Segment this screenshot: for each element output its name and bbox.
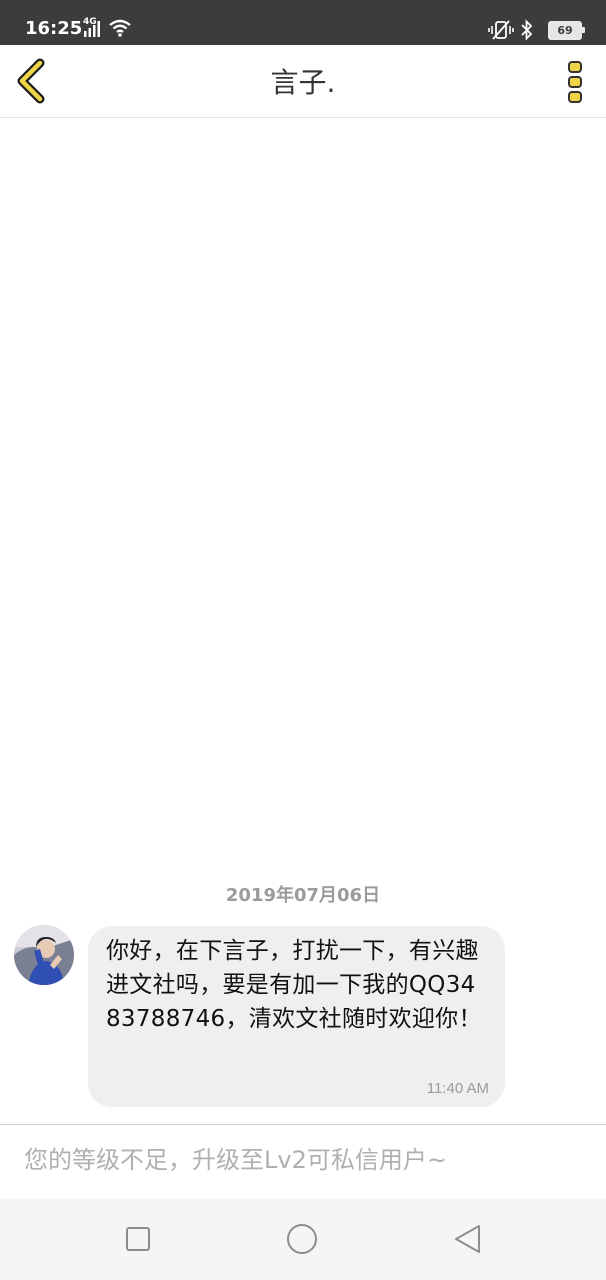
input-placeholder: 您的等级不足，升级至Lv2可私信用户~ (24, 1146, 447, 1174)
page-title: 言子. (270, 66, 336, 99)
vibrate-icon (488, 20, 514, 40)
message-input[interactable]: 您的等级不足，升级至Lv2可私信用户~ (0, 1124, 606, 1200)
wifi-icon (109, 19, 131, 37)
status-time: 16:25 (25, 18, 83, 39)
message-bubble[interactable]: 你好，在下言子，打扰一下，有兴趣进文社吗，要是有加一下我的QQ348378874… (88, 926, 505, 1107)
chat-header: 言子. (0, 45, 606, 118)
avatar[interactable] (14, 925, 74, 985)
recent-apps-button[interactable] (121, 1222, 155, 1256)
message-text: 你好，在下言子，打扰一下，有兴趣进文社吗，要是有加一下我的QQ348378874… (106, 938, 482, 1032)
more-vertical-icon (568, 61, 582, 103)
status-bar: 16:25 4G 69 (0, 0, 606, 45)
recent-apps-icon (126, 1227, 150, 1251)
date-divider: 2019年07月06日 (225, 885, 381, 906)
bluetooth-icon (521, 19, 533, 41)
system-nav-bar (0, 1199, 606, 1280)
more-button[interactable] (562, 57, 590, 105)
back-nav-button[interactable] (451, 1222, 485, 1256)
back-triangle-icon (455, 1225, 480, 1253)
signal-icon (84, 21, 100, 37)
home-icon (287, 1224, 317, 1254)
message-time: 11:40 AM (426, 1080, 489, 1097)
status-right-icons: 69 (487, 18, 585, 42)
signal-icon-group: 4G (82, 18, 132, 42)
home-button[interactable] (285, 1222, 319, 1256)
battery-icon: 69 (548, 21, 585, 40)
avatar-image (14, 925, 74, 985)
